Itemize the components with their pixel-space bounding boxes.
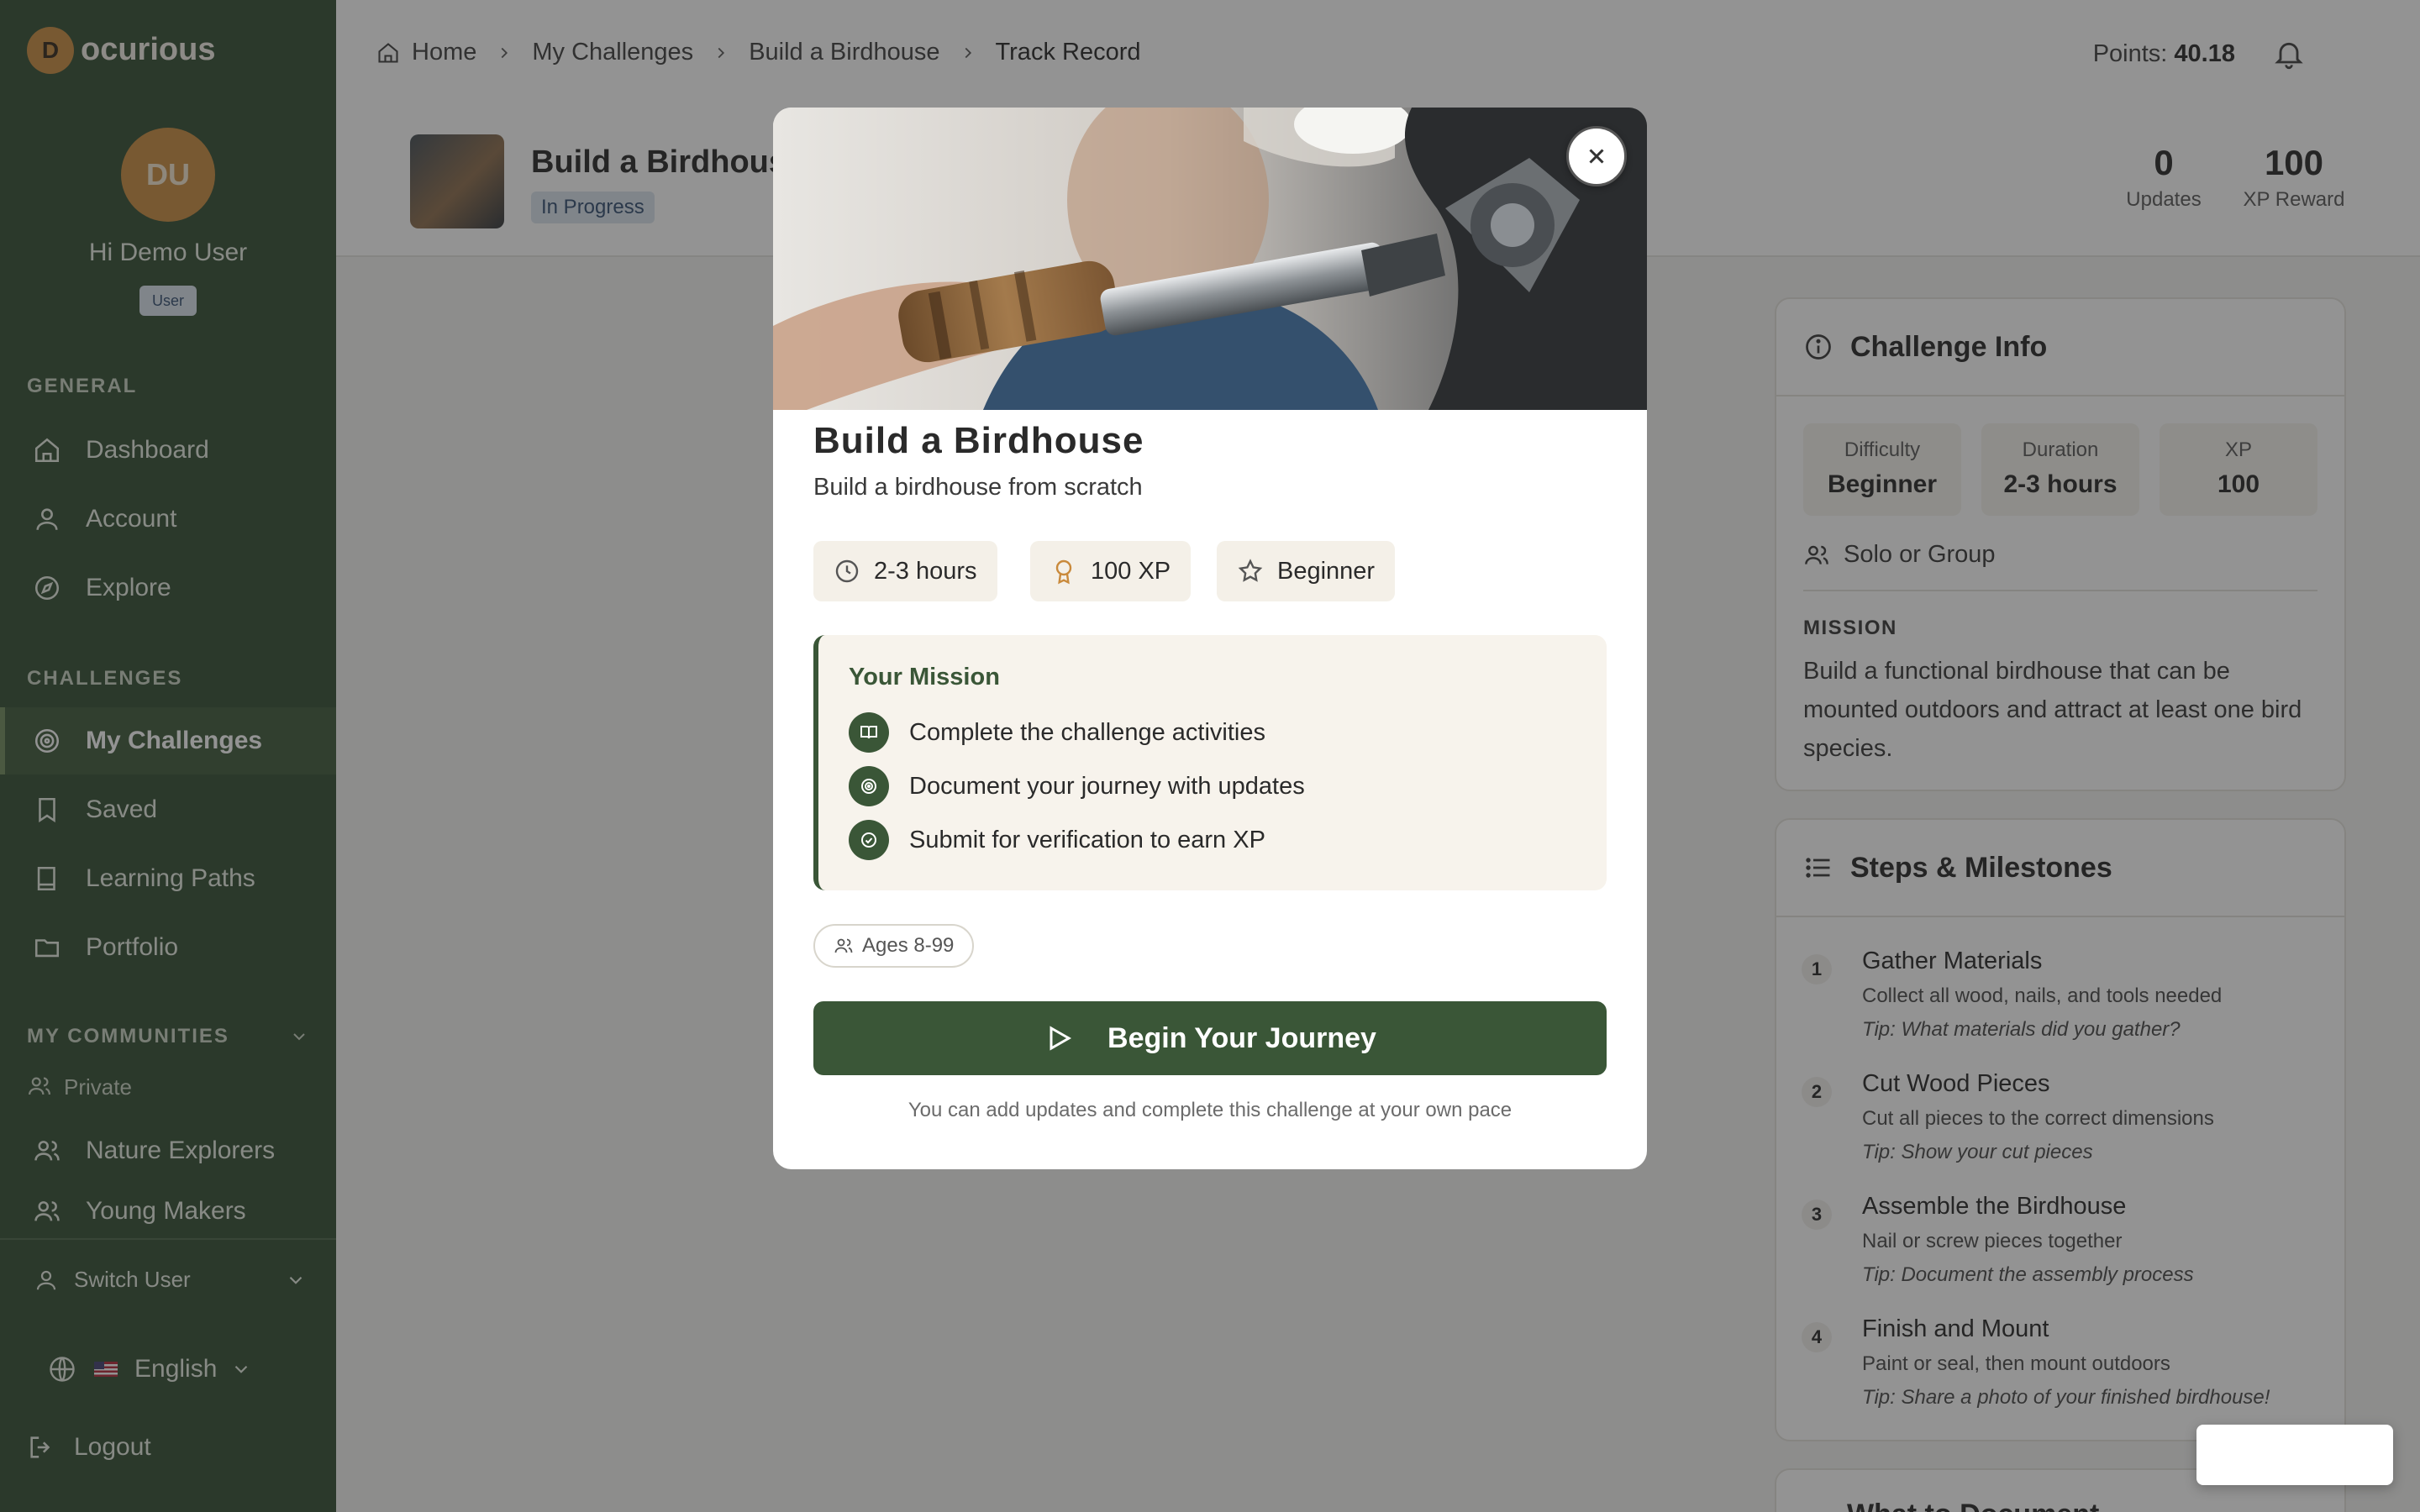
close-button[interactable] [1566, 126, 1627, 186]
difficulty-chip: Beginner [1217, 541, 1396, 601]
ages-badge: Ages 8-99 [813, 924, 975, 968]
book-open-icon [849, 712, 889, 753]
mission-item: Submit for verification to earn XP [849, 820, 1265, 860]
mission-box: Your Mission Complete the challenge acti… [813, 635, 1607, 890]
mission-item: Complete the challenge activities [849, 712, 1265, 753]
users-icon [834, 936, 854, 956]
close-icon [1584, 144, 1609, 169]
modal-title: Build a Birdhouse [813, 420, 1144, 461]
check-circle-icon [849, 820, 889, 860]
clock-icon [834, 558, 860, 585]
begin-journey-button[interactable]: Begin Your Journey [813, 1001, 1607, 1075]
mission-item: Document your journey with updates [849, 766, 1305, 806]
mission-title: Your Mission [849, 664, 1000, 690]
modal-note: You can add updates and complete this ch… [908, 1099, 1512, 1121]
modal-subtitle: Build a birdhouse from scratch [813, 474, 1143, 501]
star-icon [1237, 558, 1264, 585]
hero-image [773, 108, 1647, 410]
challenge-modal: Build a Birdhouse Build a birdhouse from… [773, 108, 1647, 1169]
target-icon [849, 766, 889, 806]
duration-chip: 2-3 hours [813, 541, 997, 601]
play-icon [1044, 1023, 1074, 1053]
award-icon [1050, 558, 1077, 585]
xp-chip: 100 XP [1030, 541, 1192, 601]
toast-notification[interactable] [2196, 1425, 2393, 1485]
